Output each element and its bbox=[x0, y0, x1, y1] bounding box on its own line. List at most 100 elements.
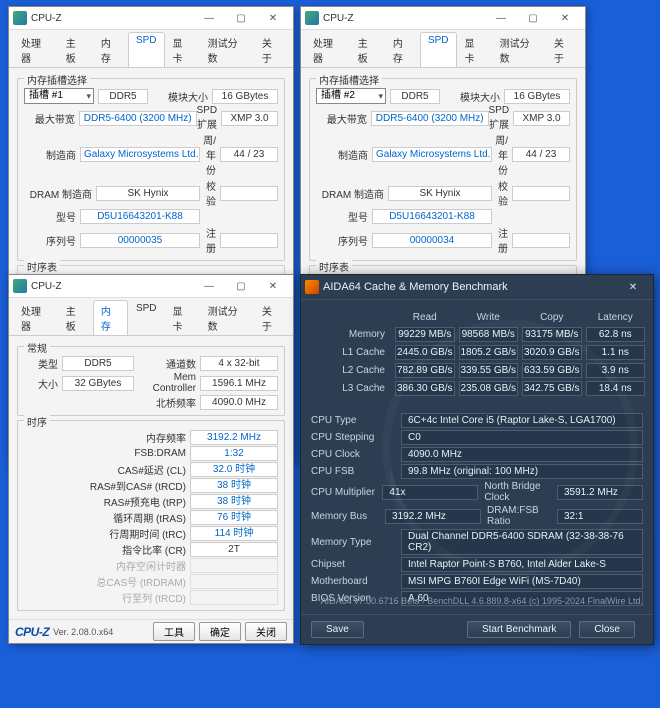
tab-1[interactable]: 主板 bbox=[58, 32, 93, 67]
slot-select[interactable]: 插槽 #2 bbox=[316, 88, 386, 104]
timing-value: 1.10 V bbox=[437, 409, 482, 424]
tab-1[interactable]: 主板 bbox=[58, 300, 93, 335]
tab-6[interactable]: 关于 bbox=[546, 32, 581, 67]
tab-5[interactable]: 测试分数 bbox=[492, 32, 546, 67]
tab-6[interactable]: 关于 bbox=[254, 32, 289, 67]
tab-3[interactable]: SPD bbox=[128, 32, 165, 67]
tab-4[interactable]: 显卡 bbox=[457, 32, 492, 67]
close-button[interactable]: 关闭 bbox=[245, 622, 287, 641]
close-button[interactable]: ✕ bbox=[257, 8, 289, 28]
maximize-button[interactable]: ▢ bbox=[225, 276, 257, 296]
bench-header: Write bbox=[459, 311, 519, 324]
aida64-window: AIDA64 Cache & Memory Benchmark ✕ ReadWr… bbox=[300, 274, 654, 645]
version-label: Ver. 2.08.0.x64 bbox=[53, 627, 113, 637]
max-bandwidth: DDR5-6400 (3200 MHz) bbox=[371, 111, 489, 126]
bench-row-label: L3 Cache bbox=[307, 383, 393, 394]
bench-value: 99229 MB/s bbox=[395, 327, 455, 342]
tab-2[interactable]: 内存 bbox=[93, 32, 128, 67]
timing-value: 1.10 V bbox=[392, 409, 437, 424]
uncore-freq: 4090.0 MHz bbox=[200, 395, 278, 410]
cas-latency: 32.0 时钟 bbox=[190, 462, 278, 477]
close-button[interactable]: ✕ bbox=[257, 276, 289, 296]
benchmark-table: ReadWriteCopyLatencyMemory99229 MB/s9856… bbox=[301, 300, 653, 407]
module-type: DDR5 bbox=[390, 89, 440, 104]
bench-value: 342.75 GB/s bbox=[522, 381, 582, 396]
command-rate: 2T bbox=[190, 542, 278, 557]
verify-button[interactable]: 确定 bbox=[199, 622, 241, 641]
titlebar[interactable]: CPU-Z — ▢ ✕ bbox=[9, 7, 293, 30]
tabs: 处理器主板内存SPD显卡测试分数关于 bbox=[9, 30, 293, 68]
bench-value: 3.9 ns bbox=[586, 363, 646, 378]
tools-button[interactable]: 工具 bbox=[445, 441, 487, 460]
titlebar[interactable]: CPU-Z — ▢ ✕ bbox=[301, 7, 585, 30]
serial-number: 00000034 bbox=[372, 233, 492, 248]
info-value: Dual Channel DDR5-6400 SDRAM (32-38-38-7… bbox=[401, 529, 643, 555]
channels: 4 x 32-bit bbox=[200, 356, 278, 371]
tools-button[interactable]: 工具 bbox=[153, 622, 195, 641]
start-benchmark-button[interactable]: Start Benchmark bbox=[467, 621, 571, 638]
ranks bbox=[512, 186, 570, 201]
bench-header: Copy bbox=[522, 311, 582, 324]
minimize-button[interactable]: — bbox=[485, 8, 517, 28]
tab-4[interactable]: 显卡 bbox=[165, 32, 200, 67]
tab-0[interactable]: 处理器 bbox=[305, 32, 350, 67]
tab-0[interactable]: 处理器 bbox=[13, 32, 58, 67]
tab-6[interactable]: 关于 bbox=[254, 300, 289, 335]
close-button[interactable]: 关闭 bbox=[537, 441, 579, 460]
titlebar[interactable]: CPU-Z — ▢ ✕ bbox=[9, 275, 293, 298]
max-bandwidth: DDR5-6400 (3200 MHz) bbox=[79, 111, 197, 126]
mem-controller-freq: 1596.1 MHz bbox=[200, 376, 278, 391]
window-title: CPU-Z bbox=[323, 13, 485, 24]
fsb-dram: 1:32 bbox=[190, 446, 278, 461]
tab-1[interactable]: 主板 bbox=[350, 32, 385, 67]
minimize-button[interactable]: — bbox=[193, 276, 225, 296]
info-value: C0 bbox=[401, 430, 643, 445]
tab-2[interactable]: 内存 bbox=[385, 32, 420, 67]
spd-ext: XMP 3.0 bbox=[513, 111, 570, 126]
bench-header: Latency bbox=[586, 311, 646, 324]
verify-button[interactable]: 确定 bbox=[491, 441, 533, 460]
module-type: DDR5 bbox=[98, 89, 148, 104]
info-value: 6C+4c Intel Core i5 (Raptor Lake-S, LGA1… bbox=[401, 413, 643, 428]
tabs: 处理器主板内存SPD显卡测试分数关于 bbox=[301, 30, 585, 68]
tab-4[interactable]: 显卡 bbox=[165, 300, 200, 335]
tab-5[interactable]: 测试分数 bbox=[200, 300, 254, 335]
titlebar[interactable]: AIDA64 Cache & Memory Benchmark ✕ bbox=[301, 275, 653, 300]
save-button[interactable]: Save bbox=[311, 621, 364, 638]
maximize-button[interactable]: ▢ bbox=[517, 8, 549, 28]
slot-select-group: 内存插槽选择 插槽 #2 DDR5 模块大小 16 GBytes 最大带宽DDR… bbox=[309, 78, 577, 261]
info-value: 41x bbox=[382, 485, 478, 500]
general-group: 常规 类型DDR5通道数4 x 32-bit 大小32 GBytesMem Co… bbox=[17, 346, 285, 416]
close-button[interactable]: Close bbox=[579, 621, 635, 638]
tab-5[interactable]: 测试分数 bbox=[200, 32, 254, 67]
timing-value: 116 bbox=[481, 388, 526, 403]
mem-type: DDR5 bbox=[62, 356, 134, 371]
manufacturer: Galaxy Microsystems Ltd. bbox=[80, 147, 200, 162]
info-value: Intel Raptor Point-S B760, Intel Alder L… bbox=[401, 557, 643, 572]
manufacturer: Galaxy Microsystems Ltd. bbox=[372, 147, 492, 162]
minimize-button[interactable]: — bbox=[193, 8, 225, 28]
close-button[interactable]: ✕ bbox=[617, 277, 649, 297]
dram-manufacturer: SK Hynix bbox=[96, 186, 200, 201]
timing-value: 1.350 V bbox=[526, 409, 571, 424]
info-value: 99.8 MHz (original: 100 MHz) bbox=[401, 464, 643, 479]
timing-value: 38 bbox=[526, 339, 571, 354]
tab-3[interactable]: SPD bbox=[420, 32, 457, 67]
tab-0[interactable]: 处理器 bbox=[13, 300, 58, 335]
tab-3[interactable]: SPD bbox=[128, 300, 165, 335]
close-button[interactable]: ✕ bbox=[549, 8, 581, 28]
maximize-button[interactable]: ▢ bbox=[225, 8, 257, 28]
trdram bbox=[190, 574, 278, 589]
part-number: D5U16643201-K88 bbox=[372, 209, 492, 224]
registered bbox=[512, 233, 570, 248]
timing-value: 1.10 V bbox=[481, 409, 526, 424]
bench-value: 633.59 GB/s bbox=[522, 363, 582, 378]
bench-row-label: L1 Cache bbox=[307, 347, 393, 358]
info-value: 32:1 bbox=[557, 509, 643, 524]
app-icon bbox=[305, 280, 319, 294]
bench-value: 62.8 ns bbox=[586, 327, 646, 342]
window-title: CPU-Z bbox=[31, 13, 193, 24]
module-size: 16 GBytes bbox=[504, 89, 570, 104]
tab-2[interactable]: 内存 bbox=[93, 300, 128, 335]
slot-select[interactable]: 插槽 #1 bbox=[24, 88, 94, 104]
